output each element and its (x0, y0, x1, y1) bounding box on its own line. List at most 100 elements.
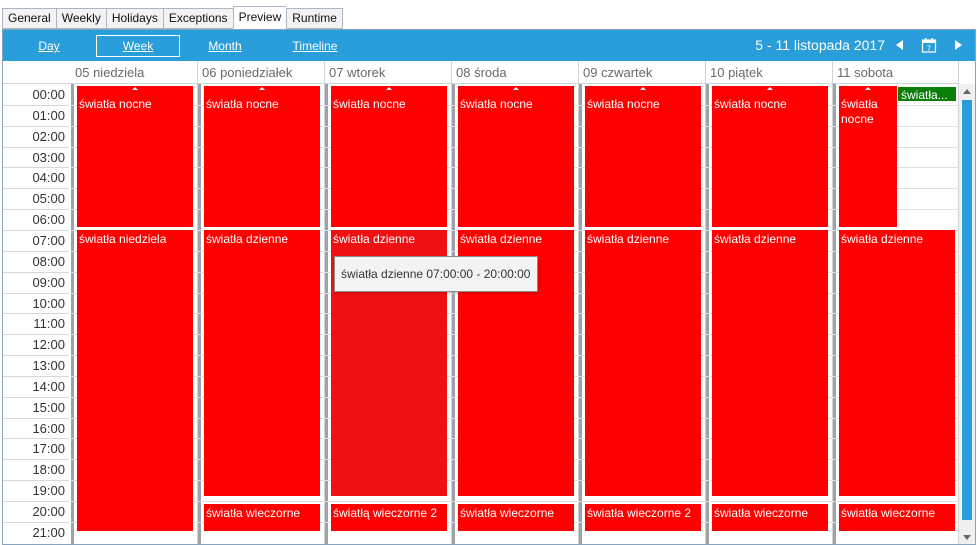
schedule-event[interactable]: światła niedziela (77, 229, 193, 532)
schedule-event[interactable]: światła wieczorne (712, 504, 828, 532)
time-label: 08:00 (32, 253, 65, 269)
event-label: światła dzienne (587, 231, 670, 246)
scroll-down-icon[interactable] (963, 535, 971, 540)
schedule-event[interactable]: światła wieczorne (204, 504, 320, 532)
day-column-bar (325, 84, 328, 544)
view-timeline-button[interactable]: Timeline (285, 35, 345, 57)
time-label: 18:00 (32, 462, 65, 478)
event-label: światła nocne (714, 97, 787, 111)
view-day-button[interactable]: Day (23, 35, 75, 57)
time-separator (3, 501, 69, 502)
view-month-button[interactable]: Month (198, 35, 252, 57)
time-separator (3, 188, 69, 190)
time-label: 01:00 (32, 107, 65, 123)
event-label: światła dzienne (714, 231, 797, 246)
time-separator (3, 229, 69, 231)
continuation-up-icon (513, 87, 519, 90)
schedule-event[interactable]: światła dzienne (585, 229, 701, 496)
time-label: 09:00 (32, 274, 65, 290)
next-icon[interactable] (951, 38, 965, 52)
day-column-bar (706, 84, 709, 544)
tab-holidays[interactable]: Holidays (105, 8, 163, 29)
tab-weekly[interactable]: Weekly (55, 8, 106, 29)
day-header[interactable]: 11 sobota (833, 61, 959, 84)
day-header[interactable]: 09 czwartek (579, 61, 706, 84)
schedule-event[interactable]: światła nocne (712, 86, 828, 227)
schedule-event[interactable]: światła nocne (77, 86, 193, 227)
header-corner (3, 61, 71, 84)
time-label: 00:00 (32, 87, 65, 102)
tab-preview[interactable]: Preview (232, 6, 287, 29)
prev-icon[interactable] (893, 38, 907, 52)
time-label: 05:00 (32, 191, 65, 207)
time-label: 15:00 (32, 399, 65, 415)
day-header[interactable]: 07 wtorek (325, 61, 452, 84)
day-column-bar (452, 84, 455, 544)
schedule-event[interactable]: światła wieczorne (458, 504, 574, 532)
day-column-bar (833, 84, 836, 544)
event-label: światła nocne (333, 97, 406, 111)
time-separator (3, 417, 69, 419)
event-label: światła dzienne (206, 231, 289, 246)
schedule-event[interactable]: światła nocne (839, 86, 897, 227)
day-header[interactable]: 05 niedziela (71, 61, 198, 84)
time-label: 21:00 (32, 524, 65, 540)
event-label: światła wieczorne (460, 506, 555, 521)
time-label: 19:00 (32, 483, 65, 499)
schedule-event[interactable]: światła nocne (331, 86, 447, 227)
event-label: światła nocne (79, 97, 152, 111)
schedule-event[interactable]: światła nocne (458, 86, 574, 227)
hour-gridline (71, 501, 959, 502)
schedule-event[interactable]: światła wieczorne 2 (585, 504, 701, 532)
svg-text:7: 7 (927, 45, 931, 53)
tab-exceptions[interactable]: Exceptions (162, 8, 233, 29)
schedule-event[interactable]: światła nocne (585, 86, 701, 227)
schedule-event[interactable]: światła nocne (204, 86, 320, 227)
event-label: światła wieczorne (206, 506, 301, 521)
time-label: 14:00 (32, 378, 65, 394)
schedule-event[interactable]: światła... (897, 86, 957, 102)
tab-general[interactable]: General (2, 8, 56, 29)
day-header[interactable]: 06 poniedziałek (198, 61, 325, 84)
schedule-event[interactable]: światła dzienne (712, 229, 828, 496)
day-column-bar (579, 84, 582, 544)
event-label: światła dzienne (841, 231, 924, 246)
schedule-event[interactable]: światłą wieczorne 2 (331, 504, 447, 532)
event-label: światła nocne (587, 97, 660, 111)
day-column-bar (198, 84, 201, 544)
event-label: światła niedziela (79, 231, 167, 246)
date-range-label: 5 - 11 listopada 2017 (755, 37, 885, 53)
day-header[interactable]: 10 piątek (706, 61, 833, 84)
event-label: światła nocne (841, 97, 878, 126)
time-label: 11:00 (33, 316, 65, 332)
time-separator (3, 146, 69, 148)
event-label: światła dzienne (333, 231, 416, 246)
time-label: 07:00 (32, 232, 65, 248)
time-separator (3, 521, 69, 523)
scheduler: Day Week Month Timeline 5 - 11 listopada… (2, 29, 976, 545)
continuation-up-icon (259, 87, 265, 90)
time-separator (3, 104, 69, 106)
vertical-scrollbar[interactable] (959, 84, 975, 544)
day-column-bar (71, 84, 74, 544)
continuation-up-icon (132, 87, 138, 90)
day-header[interactable]: 08 środa (452, 61, 579, 84)
calendar-icon[interactable]: 7 (921, 37, 937, 53)
time-separator (3, 209, 69, 211)
scroll-up-icon[interactable] (963, 89, 971, 94)
event-label: światła wieczorne 2 (587, 506, 692, 521)
time-separator (3, 271, 69, 273)
scroll-thumb[interactable] (962, 100, 972, 520)
schedule-event[interactable]: światła dzienne (839, 229, 955, 496)
event-label: światłą wieczorne 2 (333, 506, 438, 521)
time-separator (3, 459, 69, 461)
continuation-up-icon (386, 87, 392, 90)
tab-runtime[interactable]: Runtime (286, 8, 343, 29)
continuation-up-icon (767, 87, 773, 90)
schedule-event[interactable]: światła dzienne (204, 229, 320, 496)
time-label: 12:00 (32, 337, 65, 353)
schedule-event[interactable]: światła wieczorne (839, 504, 955, 532)
view-week-button[interactable]: Week (96, 35, 180, 57)
event-label: światła nocne (206, 97, 279, 111)
time-label: 17:00 (32, 441, 65, 457)
